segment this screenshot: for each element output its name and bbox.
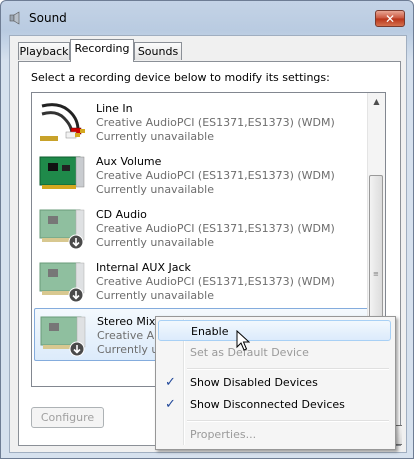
device-status: Currently unavailable [96, 289, 214, 302]
device-driver: Creative AudioPCI (ES1371,ES1373) (WDM) [96, 275, 335, 288]
menu-item-properties: Properties... [158, 424, 391, 445]
device-name: Aux Volume [96, 155, 162, 168]
device-name: Stereo Mix [97, 315, 156, 328]
close-button[interactable]: ✕ [375, 10, 405, 27]
configure-button[interactable]: Configure [31, 407, 104, 428]
menu-separator [187, 368, 389, 370]
device-driver: Creative AudioPCI (ES1371,ES1373) (WDM) [96, 222, 335, 235]
device-status: Currently unavailable [96, 130, 214, 143]
list-item[interactable]: Aux Volume Creative AudioPCI (ES1371,ES1… [34, 149, 369, 202]
checkmark-icon: ✓ [165, 375, 176, 390]
menu-separator [187, 420, 389, 422]
window-title: Sound [29, 11, 67, 25]
sound-card-disabled-icon [39, 262, 85, 303]
device-name: Line In [96, 102, 133, 115]
mouse-pointer-icon [236, 330, 250, 351]
rca-cable-icon [40, 103, 85, 141]
scroll-grip-icon: ≡ [373, 270, 379, 278]
scroll-up-arrow-icon[interactable]: ▲ [368, 93, 385, 110]
device-driver: Creative Au [97, 329, 162, 342]
menu-item-show-disconnected[interactable]: ✓ Show Disconnected Devices [158, 394, 391, 415]
menu-item-show-disabled[interactable]: ✓ Show Disabled Devices [158, 372, 391, 393]
device-driver: Creative AudioPCI (ES1371,ES1373) (WDM) [96, 116, 335, 129]
instruction-text: Select a recording device below to modif… [31, 71, 330, 84]
menu-item-label: Enable [191, 325, 229, 338]
context-menu: Enable Set as Default Device ✓ Show Disa… [155, 316, 396, 450]
menu-item-label: Show Disabled Devices [190, 376, 318, 389]
title-bar[interactable]: Sound ✕ [1, 1, 413, 35]
tab-playback[interactable]: Playback [18, 42, 70, 60]
sound-card-icon [39, 156, 85, 189]
menu-item-label: Properties... [190, 428, 257, 441]
speaker-icon [9, 11, 20, 25]
menu-item-enable[interactable]: Enable [158, 320, 391, 341]
list-item[interactable]: Line In Creative AudioPCI (ES1371,ES1373… [34, 96, 369, 149]
tab-sounds[interactable]: Sounds [134, 42, 182, 60]
device-name: Internal AUX Jack [96, 261, 191, 274]
menu-item-label: Show Disconnected Devices [190, 398, 345, 411]
checkmark-icon: ✓ [165, 397, 176, 412]
list-item[interactable]: Internal AUX Jack Creative AudioPCI (ES1… [34, 255, 369, 308]
tab-recording[interactable]: Recording [70, 39, 134, 62]
list-item[interactable]: CD Audio Creative AudioPCI (ES1371,ES137… [34, 202, 369, 255]
device-driver: Creative AudioPCI (ES1371,ES1373) (WDM) [96, 169, 335, 182]
sound-card-disabled-icon [39, 209, 85, 250]
sound-card-disabled-icon [40, 316, 86, 357]
device-status: Currently unavailable [96, 236, 214, 249]
device-status: Currently unavailable [96, 183, 214, 196]
device-name: CD Audio [96, 208, 147, 221]
menu-item-set-default: Set as Default Device [158, 342, 391, 363]
